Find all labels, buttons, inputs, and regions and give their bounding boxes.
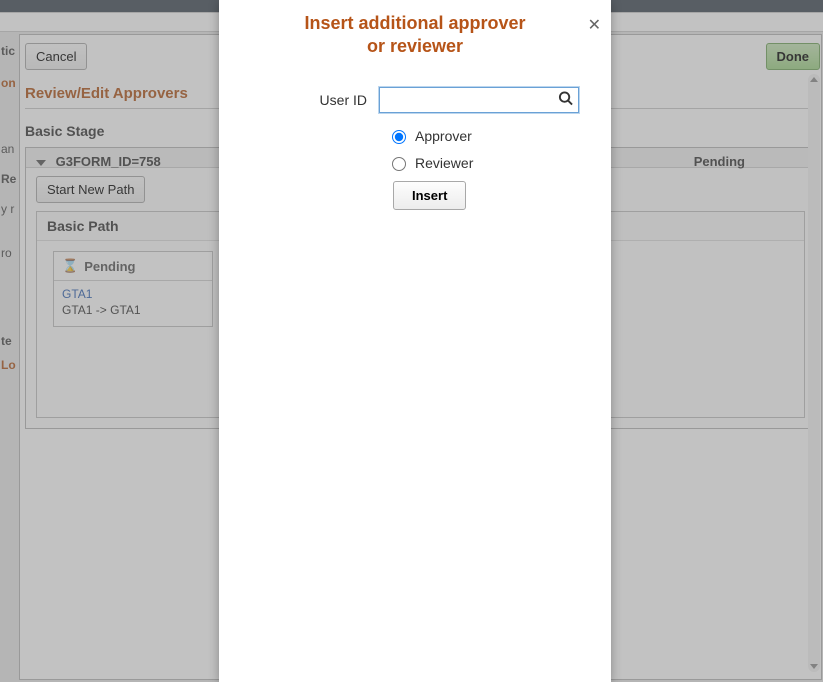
- radio-reviewer-input[interactable]: [392, 157, 406, 171]
- modal-title-line2: or reviewer: [367, 36, 463, 56]
- insert-button[interactable]: Insert: [393, 181, 466, 210]
- userid-input-wrap: [379, 87, 579, 113]
- radio-approver-input[interactable]: [392, 130, 406, 144]
- userid-row: User ID: [239, 87, 591, 113]
- modal-insert-row: Insert: [393, 181, 591, 210]
- modal-body: User ID Approver Reviewer: [219, 61, 611, 210]
- radio-approver[interactable]: Approver: [387, 127, 591, 144]
- radio-reviewer-label: Reviewer: [415, 155, 473, 171]
- radio-reviewer[interactable]: Reviewer: [387, 154, 591, 171]
- modal-title: Insert additional approver or reviewer ✕: [219, 0, 611, 61]
- userid-input[interactable]: [379, 87, 579, 113]
- radio-approver-label: Approver: [415, 128, 472, 144]
- role-radio-group: Approver Reviewer: [387, 127, 591, 171]
- modal-title-line1: Insert additional approver: [304, 13, 525, 33]
- insert-approver-modal: Insert additional approver or reviewer ✕…: [219, 0, 611, 682]
- userid-label: User ID: [239, 92, 379, 108]
- close-icon[interactable]: ✕: [588, 16, 601, 36]
